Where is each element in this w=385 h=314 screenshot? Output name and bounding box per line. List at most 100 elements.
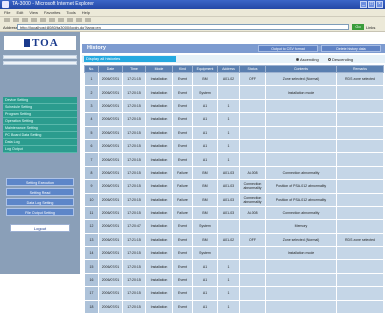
column-header: Address bbox=[217, 65, 240, 73]
sidebar-item-log-output[interactable]: Log Output bbox=[3, 146, 77, 153]
table-cell: A01-03 bbox=[217, 205, 240, 221]
table-cell: 17:20:15 bbox=[122, 259, 146, 274]
table-row[interactable]: 16 2006/07/01 17:20:15 Installation Event A1 1 bbox=[84, 272, 384, 288]
search-icon[interactable] bbox=[49, 18, 55, 22]
table-cell: Ai-008 bbox=[239, 165, 266, 181]
sidebar-item-data-log[interactable]: Data Log bbox=[3, 139, 77, 146]
table-row[interactable]: 10 2006/07/01 17:20:15 Installation Failure B… bbox=[84, 192, 384, 207]
table-cell: 2006/07/01 bbox=[98, 98, 123, 114]
logout-button[interactable]: Logout bbox=[10, 224, 70, 232]
table-cell: A1 bbox=[192, 272, 218, 288]
table-cell: 2006/07/01 bbox=[98, 85, 123, 100]
stop-icon[interactable] bbox=[22, 18, 28, 22]
table-row[interactable]: 17 2006/07/01 17:20:15 Installation Event A1 1 bbox=[84, 286, 384, 301]
table-cell: 17:20:47 bbox=[122, 219, 146, 234]
setting-execution-button[interactable]: Setting Execution bbox=[6, 178, 74, 186]
table-row[interactable]: 12 2006/07/01 17:20:47 Installation Event Sys… bbox=[84, 219, 384, 234]
table-cell: Event bbox=[172, 286, 193, 301]
menu-view[interactable]: View bbox=[29, 9, 38, 16]
data-log-setting-button[interactable]: Data Log Setting bbox=[6, 198, 74, 206]
refresh-icon[interactable] bbox=[31, 18, 37, 22]
address-input[interactable]: http://localhost:8080/ta3000/login.do?la… bbox=[17, 24, 349, 30]
table-cell: 15 bbox=[84, 259, 99, 274]
history-icon[interactable] bbox=[67, 18, 73, 22]
back-icon[interactable] bbox=[4, 18, 10, 22]
favorites-icon[interactable] bbox=[58, 18, 64, 22]
table-cell: 2006/07/01 bbox=[98, 232, 123, 248]
table-row[interactable]: 9 2006/07/01 17:20:15 Installation Failure BM… bbox=[84, 179, 384, 194]
table-cell: 2006/07/01 bbox=[98, 246, 123, 261]
setting-read-button[interactable]: Setting Read bbox=[6, 188, 74, 196]
menu-tools[interactable]: Tools bbox=[66, 9, 75, 16]
table-cell: 2006/07/01 bbox=[98, 165, 123, 181]
table-row[interactable]: 1 2006/07/01 17:21:15 Installation Event BM A0… bbox=[84, 71, 384, 87]
table-row[interactable]: 7 2006/07/01 17:20:15 Installation Event A1 1 bbox=[84, 152, 384, 167]
maximize-button[interactable]: □ bbox=[368, 1, 375, 8]
go-button[interactable]: Go bbox=[352, 24, 364, 30]
table-row[interactable]: 8 2006/07/01 17:20:15 Installation Failure BM… bbox=[84, 165, 384, 181]
table-row[interactable]: 14 2006/07/01 17:20:15 Installation Event Sys… bbox=[84, 246, 384, 261]
table-cell: Failure bbox=[172, 192, 193, 207]
table-cell: A01-02 bbox=[217, 71, 240, 87]
home-icon[interactable] bbox=[40, 18, 46, 22]
table-row[interactable]: 18 2006/07/01 17:20:15 Installation Event A1 1 bbox=[84, 299, 384, 314]
table-cell: 2006/07/01 bbox=[98, 219, 123, 234]
table-cell: Position of PSA-012 abnormality bbox=[265, 179, 337, 194]
table-row[interactable]: 15 2006/07/01 17:20:15 Installation Event A1 1 bbox=[84, 259, 384, 274]
menu-edit[interactable]: Edit bbox=[16, 9, 23, 16]
table-cell bbox=[336, 246, 384, 261]
table-cell: 18 bbox=[84, 299, 99, 314]
table-cell: A1 bbox=[192, 152, 218, 167]
file-output-setting-button[interactable]: File Output Setting bbox=[6, 208, 74, 216]
sidebar-item-schedule-setting[interactable]: Schedule Setting bbox=[3, 104, 77, 111]
table-cell: Installation bbox=[145, 112, 173, 127]
table-row[interactable]: 13 2006/07/01 17:21:15 Installation Event BM A… bbox=[84, 232, 384, 248]
table-row[interactable]: 2 2006/07/01 17:20:15 Installation Event Syst… bbox=[84, 85, 384, 100]
table-row[interactable]: 11 2006/07/01 17:20:15 Installation Failure B… bbox=[84, 205, 384, 221]
delete-history-button[interactable]: Delete history data bbox=[321, 45, 381, 52]
sidebar-item-operation-setting[interactable]: Operation Setting bbox=[3, 118, 77, 125]
table-cell: Event bbox=[172, 246, 193, 261]
history-table: No. Date Time Mode Kind Equipment Address Statu… bbox=[84, 65, 384, 314]
sidebar-item-program-setting[interactable]: Program Setting bbox=[3, 111, 77, 118]
menu-file[interactable]: File bbox=[4, 9, 10, 16]
table-row[interactable]: 6 2006/07/01 17:20:15 Installation Event A1 1 bbox=[84, 138, 384, 154]
table-cell: Event bbox=[172, 299, 193, 314]
table-cell: A1 bbox=[192, 259, 218, 274]
sidebar-item-maintenance-setting[interactable]: Maintenance Setting bbox=[3, 125, 77, 132]
table-cell: Installation bbox=[145, 205, 173, 221]
sidebar-menu: Device Setting Schedule Setting Program … bbox=[3, 97, 77, 153]
sidebar-item-pc-board-data[interactable]: PC Board Data Setting bbox=[3, 132, 77, 139]
menu-help[interactable]: Help bbox=[82, 9, 90, 16]
menu-favorites[interactable]: Favorites bbox=[44, 9, 60, 16]
table-cell: 7 bbox=[84, 152, 99, 167]
table-row[interactable]: 3 2006/07/01 17:20:15 Installation Event A1 1 bbox=[84, 98, 384, 114]
print-icon[interactable] bbox=[85, 18, 91, 22]
table-body: 1 2006/07/01 17:21:15 Installation Event BM A0… bbox=[84, 71, 384, 314]
table-row[interactable]: 5 2006/07/01 17:20:15 Installation Event A1 1 bbox=[84, 125, 384, 140]
table-cell: 17:20:15 bbox=[122, 165, 146, 181]
history-filter-select[interactable]: Display all histories bbox=[84, 56, 176, 62]
close-button[interactable]: × bbox=[376, 1, 383, 8]
table-cell: Connection abnormality bbox=[239, 192, 266, 207]
table-cell: Installation bbox=[145, 85, 173, 100]
sidebar-item-device-setting[interactable]: Device Setting bbox=[3, 97, 77, 104]
table-row[interactable]: 4 2006/07/01 17:20:15 Installation Event A1 1 bbox=[84, 112, 384, 127]
table-cell: 2006/07/01 bbox=[98, 192, 123, 207]
table-cell bbox=[265, 98, 337, 114]
links-label[interactable]: Links bbox=[366, 25, 375, 30]
table-cell bbox=[265, 138, 337, 154]
table-cell bbox=[217, 85, 240, 100]
mail-icon[interactable] bbox=[76, 18, 82, 22]
output-csv-button[interactable]: Output to CSV format bbox=[258, 45, 318, 52]
radio-ascending[interactable]: Ascending bbox=[296, 57, 319, 62]
table-cell: 1 bbox=[217, 272, 240, 288]
table-cell: 17:20:15 bbox=[122, 272, 146, 288]
table-cell: 9 bbox=[84, 179, 99, 194]
forward-icon[interactable] bbox=[13, 18, 19, 22]
table-cell: Event bbox=[172, 152, 193, 167]
minimize-button[interactable]: _ bbox=[360, 1, 367, 8]
toa-logo: TOA bbox=[4, 36, 76, 50]
table-cell: 2006/07/01 bbox=[98, 125, 123, 140]
radio-descending[interactable]: Descending bbox=[328, 57, 353, 62]
